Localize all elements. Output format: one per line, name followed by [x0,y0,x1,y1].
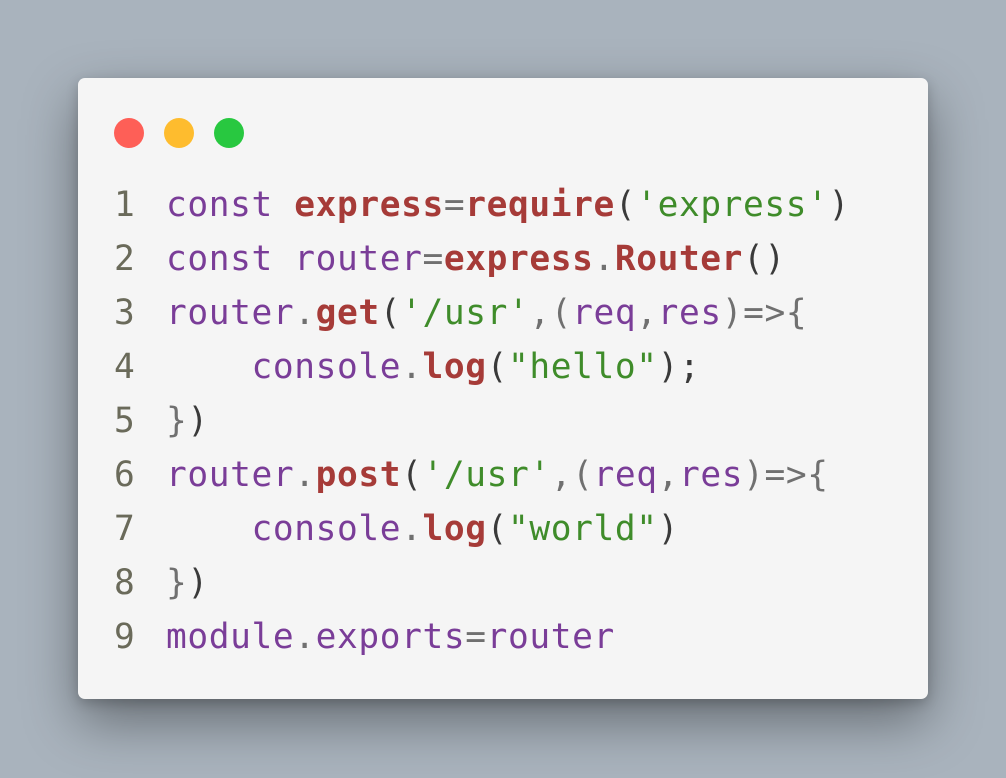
code-token: "world" [507,509,658,549]
code-token: ) [828,185,850,225]
code-token: get [315,293,380,333]
code-token: ( [486,347,508,387]
code-token: . [294,455,316,495]
code-token: ) [187,563,209,603]
code-token: } [166,563,188,603]
code-token: = [443,185,466,225]
code-token: res [657,293,722,333]
code-token: ) [187,401,209,441]
maximize-button[interactable] [214,118,244,148]
code-line: 5}) [114,394,850,448]
code-line: 7 console.log("world") [114,502,850,556]
code-token: . [593,239,615,279]
code-token: '/usr' [422,455,551,495]
code-line: 3 router.get('/usr',(req,res)=>{ [114,286,850,340]
line-number: 2 [114,239,136,279]
close-button[interactable] [114,118,144,148]
code-token: '/usr' [401,293,530,333]
code-token: 'express' [636,185,829,225]
code-token: )=>{ [721,293,808,333]
code-line: 4 console.log("hello"); [114,340,850,394]
code-token: express [294,185,444,225]
code-token: ,( [529,293,573,333]
code-block: 1 const express=require('express') 2 const … [114,178,850,664]
code-token: const [166,185,273,225]
code-token: Router [614,239,744,279]
line-number: 8 [114,563,136,603]
code-line: 8}) [114,556,850,610]
window-controls [114,118,264,148]
code-token: post [315,455,402,495]
code-token: module [166,617,295,657]
code-token: console [251,347,402,387]
code-token: ) [657,509,679,549]
code-token: router [166,455,295,495]
code-token: express [443,239,594,279]
code-token: . [401,509,423,549]
code-token: . [294,617,316,657]
minimize-button[interactable] [164,118,194,148]
code-token: ,( [550,455,594,495]
code-line: 9 module.exports=router [114,610,850,664]
code-token: log [422,347,487,387]
code-token: exports [315,617,466,657]
line-number: 6 [114,455,136,495]
code-token: )=>{ [743,455,829,495]
code-token: ( [401,455,423,495]
code-token: req [572,293,637,333]
code-token: router [294,239,423,279]
code-line: 6 router.post('/usr',(req,res)=>{ [114,448,850,502]
line-number: 5 [114,401,136,441]
code-token: const [166,239,273,279]
code-token: = [465,617,487,657]
code-token: console [251,509,402,549]
code-token: router [166,293,295,333]
line-number: 4 [114,347,136,387]
line-number: 7 [114,509,136,549]
code-token: , [636,293,658,333]
code-line: 2 const router=express.Router() [114,232,850,286]
code-window: 1 const express=require('express') 2 const … [78,78,928,699]
code-token: res [678,455,744,495]
code-token: . [294,293,316,333]
line-number: 1 [114,185,136,225]
code-token: router [486,617,615,657]
code-token: "hello" [507,347,658,387]
code-token: ( [379,293,402,333]
line-number: 3 [114,293,136,333]
code-token: log [422,509,487,549]
code-token: require [465,185,615,225]
line-number: 9 [114,617,136,657]
code-token: () [743,239,786,279]
code-line: 1 const express=require('express') [114,178,850,232]
code-token: } [166,401,188,441]
code-token: req [593,455,658,495]
code-token: . [401,347,423,387]
code-token: , [657,455,679,495]
code-token: ); [657,347,701,387]
code-token: ( [486,509,508,549]
code-token: ( [614,185,637,225]
code-token: = [422,239,444,279]
